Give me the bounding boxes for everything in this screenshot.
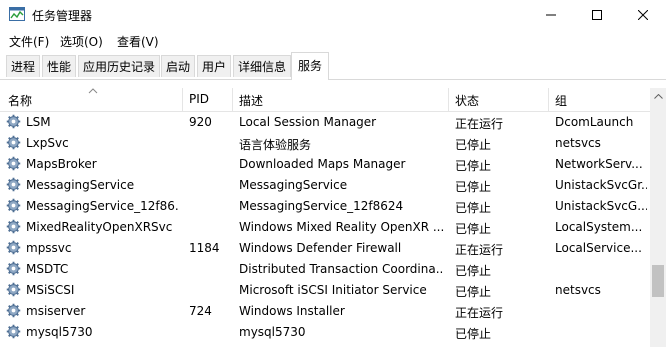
tab-details[interactable]: 详细信息 [233, 55, 292, 77]
cell-desc: Windows Defender Firewall [239, 241, 402, 255]
table-row[interactable]: LxpSvc 语言体验服务 已停止 netsvcs [0, 132, 650, 153]
table-row[interactable]: MessagingService_12f86... MessagingServic… [0, 195, 650, 216]
service-gear-icon [6, 240, 21, 255]
cell-desc: Local Session Manager [239, 115, 377, 129]
cell-pid: 724 [189, 304, 212, 318]
cell-name: MapsBroker [26, 157, 97, 171]
cell-name: mysql5730 [26, 325, 93, 339]
cell-name: MessagingService [26, 178, 135, 192]
cell-name: LSM [26, 115, 51, 129]
minimize-button[interactable] [528, 0, 574, 30]
scrollbar-thumb[interactable] [652, 265, 664, 297]
tab-users[interactable]: 用户 [197, 55, 232, 77]
cell-status: 已停止 [455, 159, 492, 173]
service-gear-icon [6, 156, 21, 171]
service-gear-icon [6, 303, 21, 318]
close-icon [638, 10, 648, 20]
table-row[interactable]: LSM 920 Local Session Manager 正在运行 DcomLaunc… [0, 111, 650, 132]
tab-processes[interactable]: 进程 [6, 55, 41, 77]
cell-name: MessagingService_12f86... [26, 199, 180, 213]
close-button[interactable] [620, 0, 666, 30]
cell-desc: mysql5730 [239, 325, 306, 339]
cell-desc: Distributed Transaction Coordina... [239, 262, 444, 276]
chevron-up-icon [653, 94, 663, 99]
table-row[interactable]: MSiSCSI Microsoft iSCSI Initiator Service… [0, 279, 650, 300]
cell-desc: Microsoft iSCSI Initiator Service [239, 283, 427, 297]
table-row[interactable]: mysql5730 mysql5730 已停止 [0, 321, 650, 342]
table-row[interactable]: MessagingService MessagingService 已停止 Unist… [0, 174, 650, 195]
cell-group: DcomLaunch [555, 115, 634, 129]
tab-app-history[interactable]: 应用历史记录 [78, 55, 161, 77]
sort-ascending-icon [88, 88, 98, 94]
cell-name: MSDTC [26, 262, 69, 276]
cell-status: 已停止 [455, 138, 492, 152]
table-row[interactable]: MixedRealityOpenXRSvc Windows Mixed Reali… [0, 216, 650, 237]
tab-performance[interactable]: 性能 [42, 55, 77, 77]
menu-bar: 文件(F) 选项(O) 查看(V) [0, 30, 666, 50]
cell-name: msiserver [26, 304, 86, 318]
cell-name: mpssvc [26, 241, 72, 255]
cell-desc: Windows Mixed Reality OpenXR ... [239, 220, 444, 234]
table-row[interactable]: msiserver 724 Windows Installer 正在运行 [0, 300, 650, 321]
tab-strip: 进程 性能 应用历史记录 启动 用户 详细信息 服务 [0, 52, 666, 80]
cell-status: 正在运行 [455, 117, 504, 131]
table-row[interactable]: MapsBroker Downloaded Maps Manager 已停止 Netw… [0, 153, 650, 174]
scroll-up-button[interactable] [650, 88, 666, 105]
cell-status: 已停止 [455, 327, 492, 341]
cell-group: netsvcs [555, 136, 601, 150]
column-status[interactable]: 状态 [455, 92, 479, 109]
cell-desc: 语言体验服务 [239, 138, 312, 152]
tab-services[interactable]: 服务 [291, 52, 330, 80]
service-gear-icon [6, 177, 21, 192]
window-title: 任务管理器 [32, 9, 93, 23]
menu-view[interactable]: 查看(V) [117, 33, 159, 50]
column-header: 名称 PID 描述 状态 组 [0, 88, 650, 112]
service-gear-icon [6, 135, 21, 150]
column-name[interactable]: 名称 [8, 92, 32, 109]
minimize-icon [546, 14, 556, 16]
cell-group: LocalSystem... [555, 220, 643, 234]
cell-desc: Downloaded Maps Manager [239, 157, 406, 171]
column-group[interactable]: 组 [555, 92, 567, 109]
service-gear-icon [6, 198, 21, 213]
menu-options[interactable]: 选项(O) [60, 33, 103, 50]
cell-desc: Windows Installer [239, 304, 345, 318]
menu-file[interactable]: 文件(F) [9, 33, 49, 50]
task-manager-icon [9, 7, 25, 21]
cell-status: 已停止 [455, 222, 492, 236]
cell-status: 正在运行 [455, 306, 504, 320]
cell-status: 已停止 [455, 180, 492, 194]
maximize-button[interactable] [574, 0, 620, 30]
cell-status: 已停止 [455, 264, 492, 278]
table-row[interactable]: mpssvc 1184 Windows Defender Firewall 正在运行 L… [0, 237, 650, 258]
maximize-icon [592, 10, 602, 20]
service-gear-icon [6, 114, 21, 129]
service-gear-icon [6, 219, 21, 234]
cell-name: LxpSvc [26, 136, 69, 150]
cell-status: 已停止 [455, 285, 492, 299]
cell-pid: 920 [189, 115, 212, 129]
cell-group: UnistackSvcG... [555, 199, 647, 213]
cell-group: UnistackSvcGr... [555, 178, 647, 192]
column-pid[interactable]: PID [189, 92, 209, 106]
cell-group: NetworkServ... [555, 157, 643, 171]
tab-startup[interactable]: 启动 [161, 55, 196, 77]
cell-group: netsvcs [555, 283, 601, 297]
vertical-scrollbar[interactable] [650, 88, 666, 347]
cell-desc: MessagingService_12f8624 [239, 199, 404, 213]
service-gear-icon [6, 324, 21, 339]
column-description[interactable]: 描述 [239, 92, 263, 109]
cell-name: MSiSCSI [26, 283, 75, 297]
title-bar: 任务管理器 [0, 0, 666, 30]
cell-desc: MessagingService [239, 178, 348, 192]
cell-name: MixedRealityOpenXRSvc [26, 220, 173, 234]
service-gear-icon [6, 261, 21, 276]
cell-status: 正在运行 [455, 243, 504, 257]
cell-group: LocalService... [555, 241, 642, 255]
cell-status: 已停止 [455, 201, 492, 215]
service-gear-icon [6, 282, 21, 297]
table-row[interactable]: MSDTC Distributed Transaction Coordina...… [0, 258, 650, 279]
cell-pid: 1184 [189, 241, 220, 255]
